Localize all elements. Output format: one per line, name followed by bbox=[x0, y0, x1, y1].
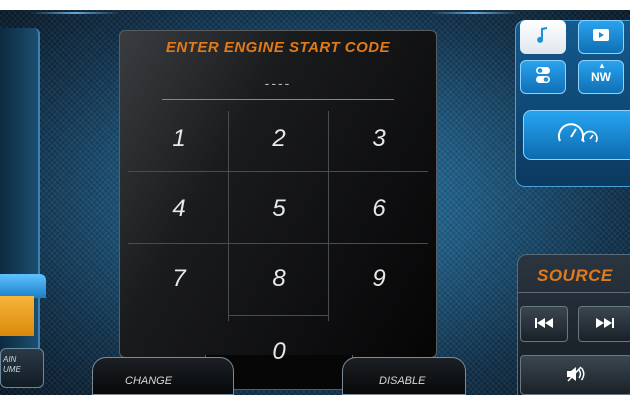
mute-button[interactable] bbox=[520, 355, 630, 395]
grid-line bbox=[128, 243, 428, 244]
vehicle-gauges-button[interactable] bbox=[523, 110, 630, 160]
key-9[interactable]: 9 bbox=[339, 254, 419, 304]
key-6[interactable]: 6 bbox=[339, 184, 419, 234]
nav-label: NW bbox=[591, 70, 611, 84]
key-4[interactable]: 4 bbox=[139, 184, 219, 234]
decor-glow bbox=[430, 12, 520, 14]
source-button[interactable]: SOURCE bbox=[537, 266, 613, 286]
code-underline bbox=[162, 99, 394, 100]
key-5[interactable]: 5 bbox=[239, 184, 319, 234]
north-arrow-icon: ▲ bbox=[598, 61, 606, 70]
keypad-title: ENTER ENGINE START CODE bbox=[165, 39, 391, 56]
grid-line bbox=[228, 111, 229, 321]
change-button[interactable]: CHANGE bbox=[92, 357, 234, 395]
code-display: ---- bbox=[264, 75, 292, 91]
decor-glow bbox=[30, 12, 120, 14]
compass-north-icon: ▲ NW bbox=[591, 61, 611, 84]
infotainment-screen: AIN UME ENTER ENGINE START CODE ---- 1 2… bbox=[0, 0, 630, 395]
volume-slider-handle[interactable] bbox=[0, 274, 46, 298]
navigation-button[interactable]: ▲ NW bbox=[578, 60, 624, 94]
divider bbox=[517, 292, 630, 293]
main-volume-button[interactable]: AIN UME bbox=[0, 348, 44, 388]
video-button[interactable] bbox=[578, 20, 624, 54]
engine-code-keypad: ENTER ENGINE START CODE ---- 1 2 3 4 5 6… bbox=[119, 30, 437, 358]
next-track-button[interactable] bbox=[578, 306, 630, 342]
key-1[interactable]: 1 bbox=[139, 114, 219, 164]
disable-button[interactable]: DISABLE bbox=[342, 357, 466, 395]
volume-label-line2: UME bbox=[3, 365, 21, 374]
key-2[interactable]: 2 bbox=[239, 114, 319, 164]
grid-line bbox=[228, 315, 328, 316]
video-play-icon bbox=[592, 28, 610, 47]
volume-label-line1: AIN bbox=[3, 355, 17, 364]
grid-line bbox=[328, 111, 329, 321]
settings-button[interactable] bbox=[520, 60, 566, 94]
key-7[interactable]: 7 bbox=[139, 254, 219, 304]
toggle-settings-icon bbox=[535, 66, 551, 89]
key-8[interactable]: 8 bbox=[239, 254, 319, 304]
volume-slider-fill[interactable] bbox=[0, 296, 34, 336]
grid-line bbox=[128, 171, 428, 172]
previous-track-button[interactable] bbox=[520, 306, 568, 342]
key-3[interactable]: 3 bbox=[339, 114, 419, 164]
mute-icon bbox=[565, 365, 587, 386]
key-0[interactable]: 0 bbox=[239, 327, 319, 377]
music-button[interactable] bbox=[520, 20, 566, 54]
gauges-icon bbox=[556, 121, 600, 150]
previous-track-icon bbox=[534, 316, 554, 332]
next-track-icon bbox=[595, 316, 615, 332]
music-note-icon bbox=[536, 26, 550, 49]
top-frame bbox=[0, 0, 630, 10]
